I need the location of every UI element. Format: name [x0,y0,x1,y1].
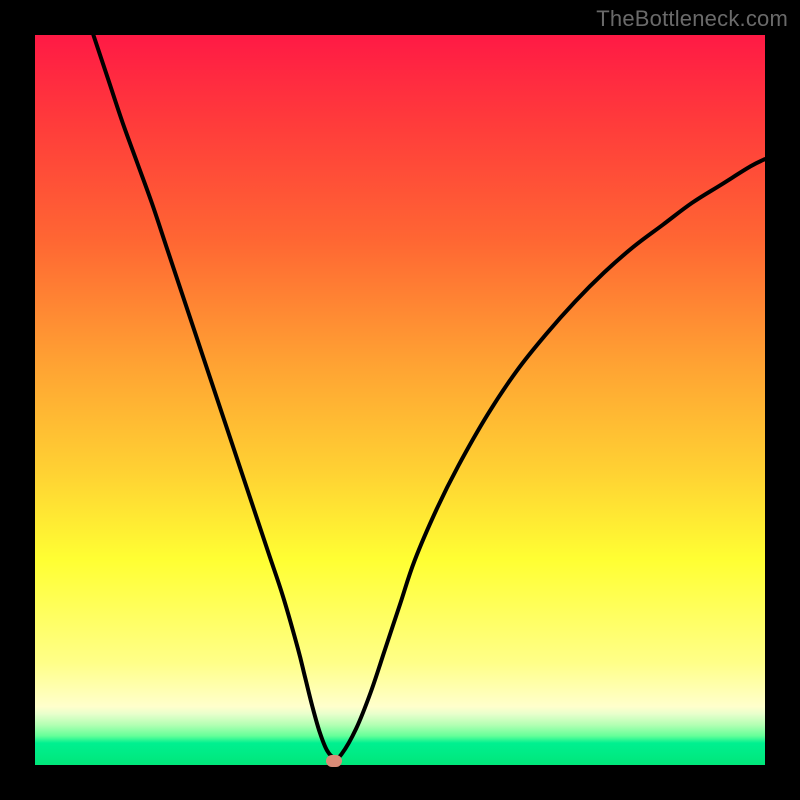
plot-area [35,35,765,765]
chart-frame: TheBottleneck.com [0,0,800,800]
bottleneck-curve [35,35,765,765]
watermark-text: TheBottleneck.com [596,6,788,32]
optimum-marker [326,755,342,767]
